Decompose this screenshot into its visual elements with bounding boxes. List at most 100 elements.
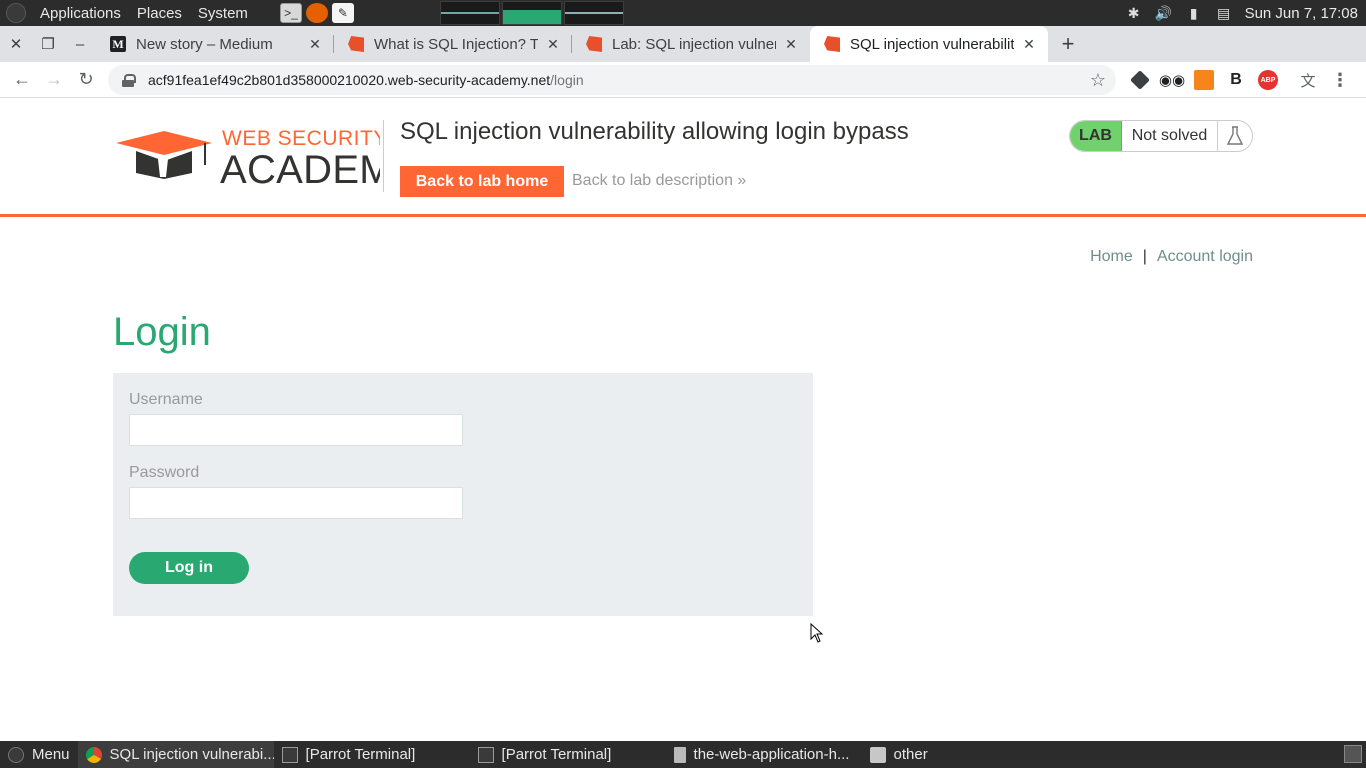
terminal-icon — [477, 746, 494, 763]
portswigger-icon — [348, 36, 364, 52]
page-content: WEB SECURITY ACADEMY SQL injection vulne… — [0, 98, 1366, 741]
logo-divider — [383, 120, 384, 192]
mouse-cursor-icon — [810, 623, 824, 643]
tab-title: What is SQL Injection? Tut — [374, 35, 538, 53]
memory-monitor-graph — [501, 1, 562, 25]
back-to-lab-home-button[interactable]: Back to lab home — [400, 166, 564, 197]
show-desktop-icon[interactable] — [1344, 745, 1362, 763]
extensions-bar: ◉◉ B ABP 文 ⋮ — [1124, 64, 1356, 96]
bookmark-star-icon[interactable]: ☆ — [1090, 70, 1106, 91]
firefox-launcher-icon[interactable] — [305, 3, 328, 23]
browser-tab-strip: ✕ ❐ – M New story – Medium ✕ What is SQL… — [0, 26, 1366, 62]
flask-icon — [1218, 121, 1252, 151]
system-menu[interactable]: System — [190, 5, 256, 22]
bluetooth-icon[interactable]: ✱ — [1125, 4, 1143, 22]
lab-title: SQL injection vulnerability allowing log… — [400, 118, 909, 145]
forward-arrow-icon[interactable]: → — [38, 64, 70, 96]
window-minimize-icon[interactable]: – — [64, 26, 96, 62]
tab-title: SQL injection vulnerability — [850, 35, 1014, 53]
network-monitor-graph — [563, 1, 624, 25]
lab-status-widget: LAB Not solved — [1069, 120, 1253, 152]
parrot-logo-icon[interactable] — [6, 3, 26, 23]
clipboard-icon[interactable]: ▤ — [1215, 4, 1233, 22]
back-to-lab-description-link[interactable]: Back to lab description » — [572, 172, 746, 190]
system-monitor — [439, 0, 626, 26]
menu-icon — [8, 746, 24, 763]
portswigger-icon — [586, 36, 602, 52]
terminal-icon — [281, 746, 298, 763]
network-signal-icon[interactable]: ▮ — [1185, 4, 1203, 22]
folder-icon — [869, 746, 886, 763]
portswigger-icon — [824, 36, 840, 52]
taskbar-item-document[interactable]: the-web-application-h... — [666, 741, 862, 768]
taskbar-item-label: other — [893, 746, 928, 763]
reload-icon[interactable]: ↻ — [70, 64, 102, 96]
taskbar-item-folder[interactable]: other — [862, 741, 936, 768]
username-field[interactable] — [129, 414, 463, 446]
url-path: /login — [550, 72, 584, 88]
url-host: acf91fea1ef49c2b801d358000210020.web-sec… — [148, 72, 551, 88]
web-security-academy-logo[interactable]: WEB SECURITY ACADEMY — [114, 121, 380, 193]
chrome-menu-icon[interactable]: ⋮ — [1330, 70, 1350, 90]
top-nav-links: Home | Account login — [1090, 248, 1253, 266]
login-form: Username Password Log in — [113, 373, 813, 616]
lock-icon[interactable] — [122, 74, 136, 87]
bottom-taskbar: Menu SQL injection vulnerabi... [Parrot … — [0, 741, 1366, 768]
taskbar-item-label: [Parrot Terminal] — [305, 746, 416, 763]
log-in-button[interactable]: Log in — [129, 552, 249, 584]
lab-header: WEB SECURITY ACADEMY SQL injection vulne… — [0, 98, 1366, 217]
tab-what-is-sqli[interactable]: What is SQL Injection? Tut ✕ — [334, 26, 572, 62]
tab-close-icon[interactable]: ✕ — [306, 35, 324, 53]
password-label: Password — [129, 464, 200, 481]
applications-menu[interactable]: Applications — [32, 5, 129, 22]
clock[interactable]: Sun Jun 7, 17:08 — [1239, 5, 1366, 22]
taskbar-item-terminal-1[interactable]: [Parrot Terminal] — [274, 741, 470, 768]
tab-close-icon[interactable]: ✕ — [544, 35, 562, 53]
taskbar-menu-label: Menu — [32, 746, 70, 763]
home-link[interactable]: Home — [1090, 248, 1133, 266]
account-login-link[interactable]: Account login — [1157, 248, 1253, 266]
window-restore-icon[interactable]: ❐ — [32, 26, 64, 62]
chrome-icon — [85, 746, 102, 763]
logo-text-top: WEB SECURITY — [222, 127, 380, 150]
medium-icon: M — [110, 36, 126, 52]
places-menu[interactable]: Places — [129, 5, 190, 22]
nav-separator: | — [1142, 248, 1147, 265]
extension-mask-icon[interactable]: ◉◉ — [1159, 70, 1185, 90]
taskbar-item-terminal-2[interactable]: [Parrot Terminal] — [470, 741, 666, 768]
volume-icon[interactable]: 🔊 — [1155, 4, 1173, 22]
taskbar-menu-button[interactable]: Menu — [0, 741, 78, 768]
terminal-launcher-icon[interactable]: >_ — [279, 3, 302, 23]
taskbar-item-label: SQL injection vulnerabi... — [109, 746, 274, 763]
tab-title: Lab: SQL injection vulnera — [612, 35, 776, 53]
back-arrow-icon[interactable]: ← — [6, 64, 38, 96]
metamask-fox-icon[interactable] — [1194, 70, 1214, 90]
taskbar-item-chrome[interactable]: SQL injection vulnerabi... — [77, 741, 274, 768]
username-label: Username — [129, 391, 203, 408]
tab-sqli-login-bypass[interactable]: SQL injection vulnerability ✕ — [810, 26, 1048, 62]
password-field[interactable] — [129, 487, 463, 519]
lab-status-text: Not solved — [1122, 121, 1218, 151]
tab-medium[interactable]: M New story – Medium ✕ — [96, 26, 334, 62]
extension-diamond-icon[interactable] — [1130, 70, 1150, 90]
lab-badge: LAB — [1070, 121, 1122, 151]
file-icon — [673, 746, 686, 763]
tab-close-icon[interactable]: ✕ — [782, 35, 800, 53]
logo-text-bottom: ACADEMY — [220, 148, 380, 192]
text-editor-launcher-icon[interactable]: ✎ — [331, 3, 354, 23]
new-tab-button[interactable]: + — [1048, 26, 1088, 62]
page-title: Login — [113, 310, 211, 354]
tab-title: New story – Medium — [136, 35, 273, 53]
window-close-icon[interactable]: ✕ — [0, 26, 32, 62]
taskbar-item-label: [Parrot Terminal] — [501, 746, 612, 763]
tab-close-icon[interactable]: ✕ — [1020, 35, 1038, 53]
translate-icon[interactable]: 文 — [1298, 70, 1318, 90]
adblock-plus-icon[interactable]: ABP — [1258, 70, 1278, 90]
extension-b-icon[interactable]: B — [1226, 70, 1246, 90]
cpu-monitor-graph — [439, 1, 500, 25]
browser-toolbar: ← → ↻ acf91fea1ef49c2b801d358000210020.w… — [0, 62, 1366, 98]
tab-lab-sqli[interactable]: Lab: SQL injection vulnera ✕ — [572, 26, 810, 62]
address-bar[interactable]: acf91fea1ef49c2b801d358000210020.web-sec… — [108, 65, 1116, 95]
system-top-panel: Applications Places System >_ ✎ ✱ 🔊 ▮ ▤ … — [0, 0, 1366, 26]
taskbar-item-label: the-web-application-h... — [693, 746, 850, 763]
